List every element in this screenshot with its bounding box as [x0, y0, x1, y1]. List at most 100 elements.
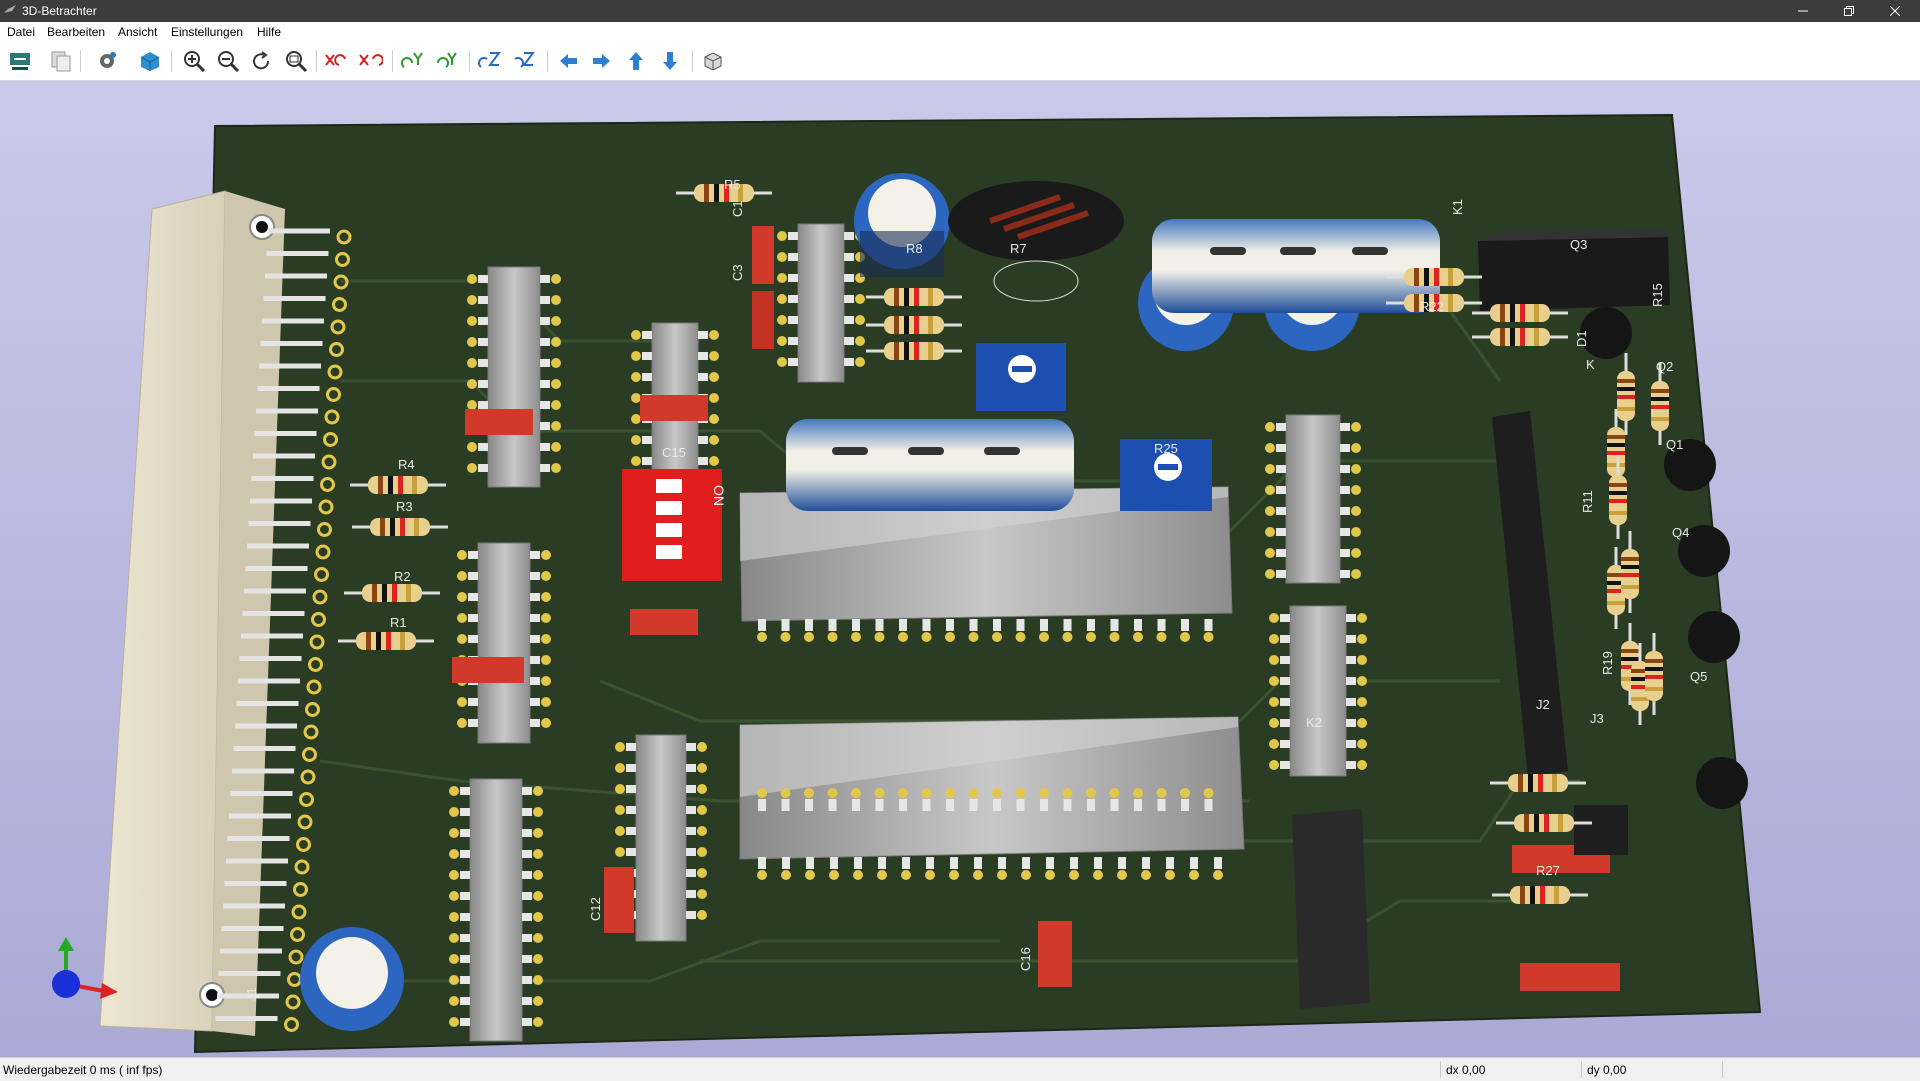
ic-pin — [626, 785, 636, 793]
ic-pin — [626, 806, 636, 814]
pad — [697, 805, 707, 815]
pad — [631, 414, 641, 424]
pad — [551, 295, 561, 305]
pad — [1265, 422, 1275, 432]
ic-pin — [698, 331, 708, 339]
ic-pin — [478, 401, 488, 409]
pad — [1180, 632, 1190, 642]
ic-pin — [478, 443, 488, 451]
zoom-fit-button[interactable] — [283, 48, 309, 74]
label-c12: C12 — [588, 897, 603, 921]
pad — [533, 954, 543, 964]
menu-hilfe[interactable]: Hilfe — [257, 25, 281, 39]
ic-pin — [540, 464, 550, 472]
close-button[interactable] — [1872, 0, 1918, 22]
dip-switch: ON — [622, 469, 727, 581]
ic-pin — [478, 275, 488, 283]
ic-pin — [1063, 799, 1072, 811]
move-up-button[interactable] — [623, 48, 649, 74]
ic-pin — [902, 857, 910, 869]
ic-pin — [522, 934, 532, 942]
label-r25: R25 — [1154, 441, 1178, 456]
ic-pin — [1118, 857, 1126, 869]
3d-viewport[interactable]: ON J1 J2 J3 K1 K2 C1 C3 C12 C15 C16 R1 R… — [0, 81, 1920, 1057]
copy-image-button[interactable] — [48, 48, 74, 74]
ic-pin — [522, 808, 532, 816]
rotate-z-ccw-button[interactable] — [511, 48, 537, 74]
label-q4: Q4 — [1672, 525, 1689, 540]
dip-ic — [1289, 605, 1347, 777]
pad — [615, 742, 625, 752]
redraw-button[interactable] — [248, 48, 274, 74]
pad — [541, 571, 551, 581]
app-icon — [4, 5, 16, 13]
pad — [1045, 870, 1055, 880]
pad — [709, 414, 719, 424]
label-q5: Q5 — [1690, 669, 1707, 684]
zoom-in-button[interactable] — [181, 48, 207, 74]
reload-board-button[interactable] — [7, 48, 33, 74]
ic-pin — [468, 551, 478, 559]
pad — [1086, 632, 1096, 642]
ic-pin — [626, 827, 636, 835]
pad — [1015, 788, 1026, 798]
move-down-button[interactable] — [657, 48, 683, 74]
move-left-button[interactable] — [555, 48, 581, 74]
rotate-y-ccw-button[interactable] — [434, 48, 460, 74]
pad — [1069, 870, 1079, 880]
rotate-x-ccw-button[interactable] — [357, 48, 383, 74]
restore-button[interactable] — [1826, 0, 1872, 22]
rotate-z-cw-button[interactable] — [477, 48, 503, 74]
move-right-button[interactable] — [589, 48, 615, 74]
pad — [697, 826, 707, 836]
rotate-x-cw-icon — [325, 54, 346, 66]
pad — [541, 676, 551, 686]
raytracing-button[interactable] — [137, 48, 163, 74]
rotate-y-cw-button[interactable] — [400, 48, 426, 74]
pad — [449, 933, 459, 943]
ic-pin — [686, 890, 696, 898]
pad — [1351, 569, 1361, 579]
ic-pin — [460, 808, 470, 816]
pad — [1189, 870, 1199, 880]
pad — [777, 294, 787, 304]
label-c3: C3 — [730, 264, 745, 281]
pad — [777, 357, 787, 367]
ic-pin — [1134, 619, 1142, 631]
pad — [853, 870, 863, 880]
menu-bearbeiten[interactable]: Bearbeiten — [47, 25, 105, 39]
menu-ansicht[interactable]: Ansicht — [118, 25, 157, 39]
ortho-projection-button[interactable] — [700, 48, 726, 74]
ic-pin — [1046, 857, 1054, 869]
rotate-x-cw-button[interactable] — [323, 48, 349, 74]
pad — [968, 788, 979, 798]
pad — [449, 912, 459, 922]
ic-pin — [460, 976, 470, 984]
ic-pin — [460, 997, 470, 1005]
ic-pin — [540, 401, 550, 409]
zoom-out-button[interactable] — [215, 48, 241, 74]
move-up-icon — [629, 52, 643, 70]
menu-einstellungen[interactable]: Einstellungen — [171, 25, 243, 39]
minimize-button[interactable] — [1780, 0, 1826, 22]
menu-datei[interactable]: Datei — [7, 25, 35, 39]
trimmer-r7 — [976, 343, 1066, 411]
ic-pin — [1190, 857, 1198, 869]
pad — [467, 316, 477, 326]
label-c16: C16 — [1018, 947, 1033, 971]
ic-pin — [1280, 656, 1290, 664]
dip-ic — [487, 266, 541, 488]
settings-button[interactable] — [94, 48, 120, 74]
pad — [457, 718, 467, 728]
ic-pin — [540, 317, 550, 325]
pad — [1351, 548, 1361, 558]
pad — [1357, 718, 1367, 728]
ic-pin — [1276, 486, 1286, 494]
ic-pin — [758, 857, 766, 869]
ic-pin — [922, 619, 931, 631]
ic-pin — [844, 253, 854, 261]
ic-pin — [758, 799, 766, 811]
pad — [777, 252, 787, 262]
pad — [1357, 676, 1367, 686]
label-r8: R8 — [906, 241, 923, 256]
